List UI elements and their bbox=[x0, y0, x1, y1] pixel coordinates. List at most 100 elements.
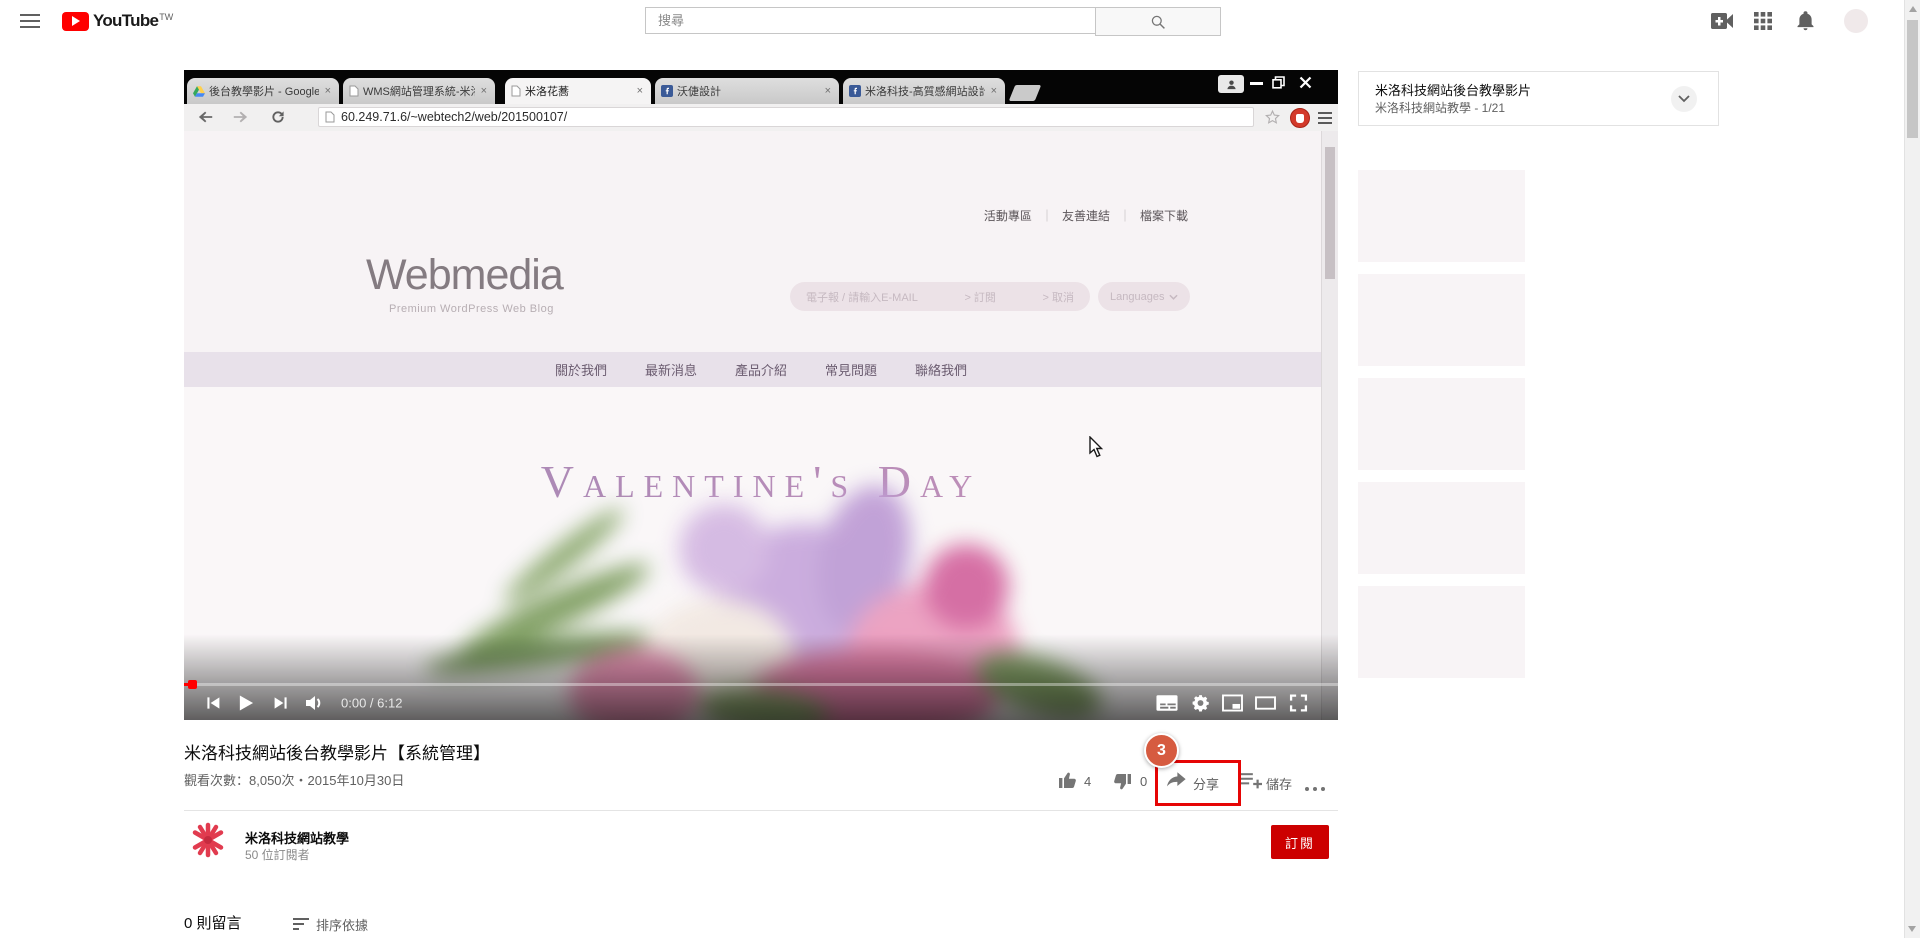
nav-contact[interactable]: 聯絡我們 bbox=[915, 360, 967, 379]
browser-tab[interactable]: 米洛科技-高質感網站設計 × bbox=[843, 78, 1005, 104]
playlist-expand-button[interactable] bbox=[1671, 86, 1697, 112]
tab-title: 米洛花蕎 bbox=[525, 83, 631, 99]
suggested-video-placeholder bbox=[1358, 482, 1525, 574]
browser-menu-icon[interactable] bbox=[1318, 112, 1332, 124]
maximize-button[interactable] bbox=[1272, 76, 1285, 89]
browser-tab-active[interactable]: 米洛花蕎 × bbox=[505, 78, 651, 104]
link-downloads[interactable]: 檔案下載 bbox=[1140, 207, 1188, 224]
facebook-icon bbox=[849, 85, 861, 97]
scrollbar-thumb[interactable] bbox=[1907, 20, 1918, 138]
sort-icon[interactable] bbox=[293, 918, 310, 931]
adblock-extension-icon[interactable] bbox=[1290, 108, 1310, 128]
sort-by-button[interactable]: 排序依據 bbox=[316, 915, 368, 934]
nav-products[interactable]: 產品介紹 bbox=[735, 360, 787, 379]
tab-title: 米洛科技-高質感網站設計 bbox=[865, 83, 985, 99]
create-video-button[interactable] bbox=[1710, 12, 1734, 30]
browser-titlebar: 後台教學影片 - Google 雲 × WMS網站管理系統-米洛 × 米洛花蕎 … bbox=[184, 70, 1338, 104]
video-title: 米洛科技網站後台教學影片【系統管理】 bbox=[184, 739, 490, 764]
chevron-down-icon bbox=[1169, 294, 1178, 300]
youtube-header: YouTube TW bbox=[0, 0, 1920, 42]
suggested-video-placeholder bbox=[1358, 170, 1525, 262]
suggested-video-placeholder bbox=[1358, 378, 1525, 470]
close-icon[interactable]: × bbox=[635, 85, 645, 97]
captions-button[interactable] bbox=[1156, 694, 1178, 712]
link-friendly-links[interactable]: 友善連結 bbox=[1062, 207, 1110, 224]
subscribe-button[interactable]: 訂閱 bbox=[1271, 825, 1329, 859]
account-avatar[interactable] bbox=[1844, 9, 1868, 33]
facebook-icon bbox=[661, 85, 673, 97]
grid-3x3-icon bbox=[1753, 11, 1773, 31]
progress-bar[interactable] bbox=[184, 683, 1338, 686]
nav-about[interactable]: 關於我們 bbox=[555, 360, 607, 379]
bookmark-star-icon[interactable] bbox=[1264, 109, 1281, 126]
suggested-video-placeholder bbox=[1358, 586, 1525, 678]
view-count-and-date: 觀看次數：8,050次・2015年10月30日 bbox=[184, 770, 404, 789]
search-button[interactable] bbox=[1095, 7, 1221, 36]
miniplayer-button[interactable] bbox=[1221, 694, 1244, 713]
dislike-count: 0 bbox=[1140, 774, 1147, 789]
youtube-logo[interactable]: YouTube TW bbox=[62, 11, 172, 31]
browser-tab[interactable]: 沃倢設計 × bbox=[655, 78, 839, 104]
link-events[interactable]: 活動專區 bbox=[984, 207, 1032, 224]
page-icon bbox=[349, 85, 359, 97]
dislike-button[interactable] bbox=[1112, 772, 1132, 792]
language-dropdown[interactable]: Languages bbox=[1098, 282, 1190, 311]
comment-count: 0 則留言 bbox=[184, 912, 242, 933]
webmedia-logo[interactable]: Webmedia bbox=[366, 251, 563, 300]
fullscreen-button[interactable] bbox=[1289, 694, 1308, 713]
search-input[interactable] bbox=[645, 7, 1095, 34]
new-tab-button[interactable] bbox=[1009, 85, 1041, 101]
scrollbar-up-arrow[interactable] bbox=[1909, 6, 1917, 12]
webpage-scrollbar bbox=[1321, 131, 1338, 720]
forward-icon[interactable] bbox=[232, 110, 248, 124]
next-button[interactable] bbox=[273, 695, 289, 711]
browser-tab[interactable]: WMS網站管理系統-米洛 × bbox=[343, 78, 495, 104]
close-icon[interactable]: × bbox=[823, 85, 833, 97]
like-button[interactable] bbox=[1058, 770, 1078, 790]
page-scrollbar[interactable] bbox=[1904, 0, 1920, 938]
close-icon[interactable]: × bbox=[323, 85, 333, 97]
nav-faq[interactable]: 常見問題 bbox=[825, 360, 877, 379]
minimize-button[interactable] bbox=[1250, 82, 1263, 85]
mouse-cursor bbox=[1089, 436, 1104, 458]
bell-icon bbox=[1795, 10, 1816, 32]
channel-name[interactable]: 米洛科技網站教學 bbox=[245, 828, 349, 847]
address-bar[interactable]: 60.249.71.6/~webtech2/web/201500107/ bbox=[318, 107, 1254, 127]
previous-button[interactable] bbox=[205, 695, 221, 711]
window-close-button[interactable] bbox=[1299, 76, 1312, 89]
url-text: 60.249.71.6/~webtech2/web/201500107/ bbox=[341, 110, 567, 124]
nav-news[interactable]: 最新消息 bbox=[645, 360, 697, 379]
webpage-scrollbar-thumb bbox=[1325, 147, 1335, 279]
save-button-label[interactable]: 儲存 bbox=[1266, 774, 1292, 793]
reload-icon[interactable] bbox=[270, 109, 286, 125]
channel-avatar[interactable] bbox=[189, 821, 227, 859]
annotation-step-badge: 3 bbox=[1144, 733, 1179, 768]
volume-button[interactable] bbox=[304, 694, 324, 712]
tab-title: 沃倢設計 bbox=[677, 83, 819, 99]
settings-button[interactable] bbox=[1191, 694, 1210, 713]
more-actions-button[interactable] bbox=[1305, 778, 1329, 796]
notifications-button[interactable] bbox=[1795, 10, 1816, 32]
play-button[interactable] bbox=[237, 694, 254, 712]
playlist-card[interactable]: 米洛科技網站後台教學影片 米洛科技網站教學 - 1/21 bbox=[1358, 71, 1719, 126]
close-icon[interactable]: × bbox=[989, 85, 999, 97]
newsletter-bar[interactable]: 電子報 / 請輸入E-MAIL > 訂閱 > 取消 bbox=[790, 282, 1090, 311]
save-button-icon[interactable] bbox=[1240, 771, 1262, 790]
back-icon[interactable] bbox=[198, 110, 214, 124]
scrollbar-down-arrow[interactable] bbox=[1908, 926, 1916, 932]
search-bar bbox=[645, 7, 1221, 36]
apps-grid-button[interactable] bbox=[1753, 11, 1773, 31]
theater-mode-button[interactable] bbox=[1254, 694, 1277, 713]
webmedia-slogan: Premium WordPress Web Blog bbox=[389, 303, 554, 315]
newsletter-cancel-link[interactable]: > 取消 bbox=[1043, 289, 1074, 305]
tab-title: 後台教學影片 - Google 雲 bbox=[209, 83, 319, 99]
video-player[interactable]: 後台教學影片 - Google 雲 × WMS網站管理系統-米洛 × 米洛花蕎 … bbox=[184, 70, 1338, 720]
browser-tab[interactable]: 後台教學影片 - Google 雲 × bbox=[187, 78, 339, 104]
browser-profile-button[interactable] bbox=[1218, 75, 1244, 93]
playlist-title[interactable]: 米洛科技網站後台教學影片 bbox=[1375, 80, 1531, 99]
newsletter-subscribe-link[interactable]: > 訂閱 bbox=[964, 289, 995, 305]
youtube-play-icon bbox=[62, 12, 89, 31]
hamburger-menu-icon[interactable] bbox=[20, 14, 40, 32]
magnifier-icon bbox=[1150, 14, 1166, 30]
close-icon[interactable]: × bbox=[479, 85, 489, 97]
